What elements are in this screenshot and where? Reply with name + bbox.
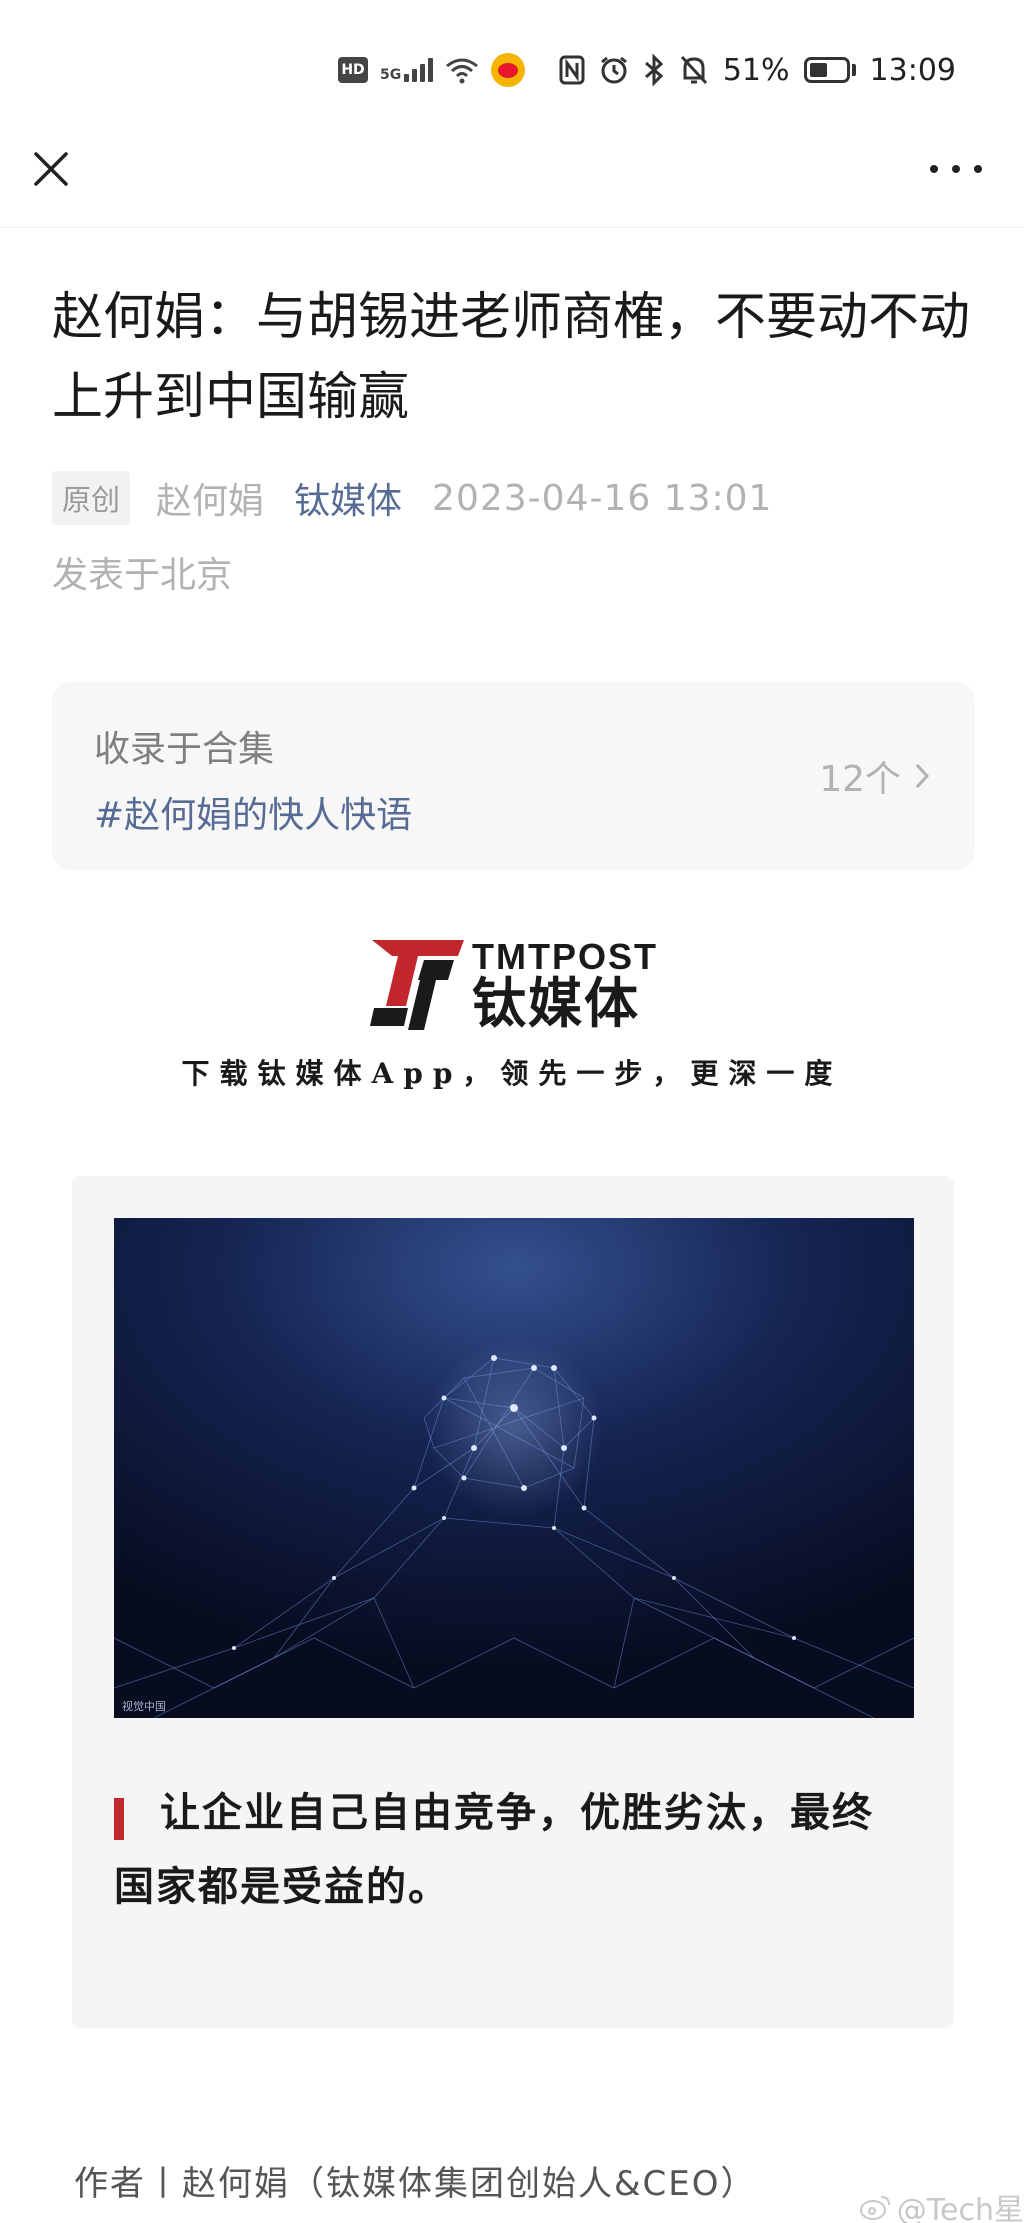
tmtpost-logo-mark (370, 940, 464, 1030)
clock-time: 13:09 (869, 52, 956, 88)
close-button[interactable] (26, 144, 76, 194)
app-slogan: 下载钛媒体App，领先一步，更深一度 (181, 1057, 843, 1090)
bluetooth-icon (644, 54, 664, 86)
logo-chinese-text: 钛媒体 (472, 972, 640, 1035)
publish-location: 发表于北京 (52, 555, 233, 596)
alarm-icon (600, 56, 627, 84)
battery-percent: 51% (722, 52, 790, 88)
cellular-signal-icon: 5G (380, 58, 434, 83)
collection-card[interactable]: 收录于合集 #赵何娟的快人快语 12个 (52, 682, 975, 870)
article-meta: 原创 赵何娟 钛媒体 2023-04-16 13:01 (52, 470, 772, 526)
more-icon-dot (974, 165, 982, 173)
status-left-icons: HD 5G (338, 50, 526, 90)
watermark-text: @Tech星 (896, 2193, 1024, 2223)
collection-count-text: 12个 (819, 759, 901, 800)
publish-date: 2023-04-16 13:01 (432, 477, 773, 519)
tmtpost-logo: TMTPOST 钛媒体 (368, 934, 658, 1034)
original-badge: 原创 (52, 471, 131, 525)
hd-icon: HD (338, 57, 368, 83)
hero-image[interactable]: 视觉中国 (114, 1218, 914, 1718)
status-right-icons: 51% 13:09 (559, 48, 956, 92)
author-byline: 作者丨赵何娟（钛媒体集团创始人&CEO） (74, 2164, 757, 2204)
battery-icon (803, 57, 856, 83)
nav-bar (0, 140, 1024, 228)
weibo-watermark: @Tech星 (859, 2185, 1024, 2223)
network-handshake-illustration: 视觉中国 (114, 1218, 914, 1718)
wifi-icon (446, 58, 479, 84)
network-type-label: 5G (380, 67, 402, 83)
account-link[interactable]: 钛媒体 (294, 472, 402, 524)
quote-card: 视觉中国 让企业自己自由竞争，优胜劣汰，最终国家都是受益的。 (72, 1176, 954, 2028)
close-icon (34, 152, 68, 186)
image-credit: 视觉中国 (122, 1699, 166, 1713)
collection-name[interactable]: #赵何娟的快人快语 (94, 786, 412, 838)
status-bar: HD 5G 51% 13:09 (0, 0, 1024, 140)
article-title: 赵何娟：与胡锡进老师商榷，不要动不动上升到中国输赢 (52, 288, 971, 427)
more-icon-dot (952, 165, 960, 173)
collection-count: 12个 (819, 750, 931, 802)
weibo-logo-icon (859, 2196, 890, 2220)
nfc-icon (559, 55, 585, 85)
weibo-app-icon (491, 53, 526, 87)
battery-fill (809, 63, 827, 77)
quote-text: 让企业自己自由竞争，优胜劣汰，最终国家都是受益的。 (114, 1790, 874, 1910)
more-icon-dot (930, 165, 938, 173)
mute-bell-icon (680, 55, 707, 85)
more-options-button[interactable] (926, 144, 986, 194)
chevron-right-icon (915, 763, 930, 789)
collection-label: 收录于合集 (94, 729, 275, 770)
author-name: 赵何娟 (156, 481, 265, 522)
